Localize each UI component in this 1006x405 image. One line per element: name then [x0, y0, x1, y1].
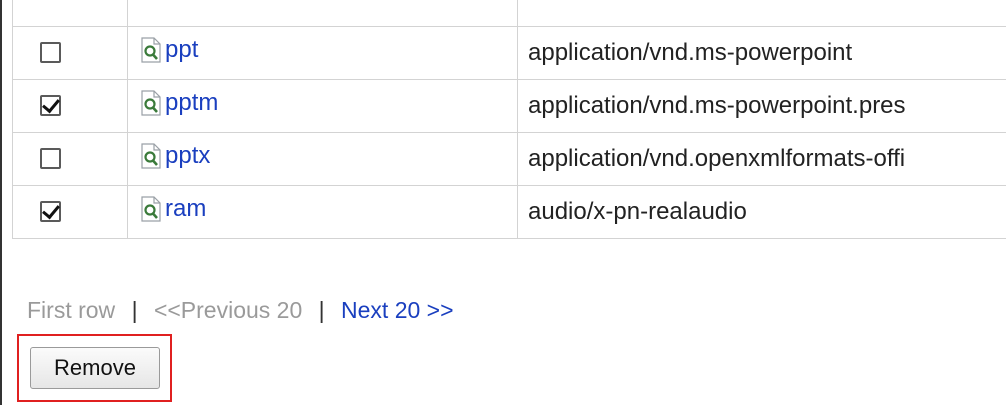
table-row: [12, 0, 1006, 27]
remove-button[interactable]: Remove: [30, 347, 160, 389]
table-row: pptx application/vnd.openxmlformats-offi: [12, 132, 1006, 186]
content-frame: ppt application/vnd.ms-powerpoint pptm a…: [0, 0, 1006, 405]
remove-highlight: Remove: [17, 334, 172, 402]
extension-link[interactable]: ram: [140, 195, 206, 223]
mime-type-cell: application/vnd.ms-powerpoint: [517, 26, 1006, 80]
table-row: pptm application/vnd.ms-powerpoint.pres: [12, 79, 1006, 133]
mime-type-cell: application/vnd.openxmlformats-offi: [517, 132, 1006, 186]
table-row: ppt application/vnd.ms-powerpoint: [12, 26, 1006, 80]
extension-link[interactable]: pptm: [140, 89, 218, 117]
pagination: First row | <<Previous 20 | Next 20 >>: [27, 297, 454, 324]
row-checkbox[interactable]: [40, 42, 61, 63]
file-magnifier-icon: [140, 196, 162, 222]
file-magnifier-icon: [140, 90, 162, 116]
row-checkbox[interactable]: [40, 201, 61, 222]
row-checkbox[interactable]: [40, 95, 61, 116]
table-row: ram audio/x-pn-realaudio: [12, 185, 1006, 239]
pager-separator: |: [131, 297, 138, 323]
file-type-table: ppt application/vnd.ms-powerpoint pptm a…: [12, 0, 1006, 239]
extension-label: pptx: [165, 142, 211, 169]
mime-type-cell: application/vnd.ms-powerpoint.pres: [517, 79, 1006, 133]
extension-label: ppt: [165, 36, 199, 63]
first-row-link: First row: [27, 297, 116, 323]
mime-type-cell: audio/x-pn-realaudio: [517, 185, 1006, 239]
extension-label: ram: [165, 195, 207, 222]
previous-20-link: <<Previous 20: [153, 297, 303, 323]
extension-link[interactable]: pptx: [140, 142, 210, 170]
file-magnifier-icon: [140, 143, 162, 169]
extension-link[interactable]: ppt: [140, 36, 198, 64]
pager-separator: |: [318, 297, 325, 323]
next-20-link[interactable]: Next 20 >>: [341, 297, 454, 323]
extension-label: pptm: [165, 89, 219, 116]
row-checkbox[interactable]: [40, 148, 61, 169]
file-magnifier-icon: [140, 37, 162, 63]
